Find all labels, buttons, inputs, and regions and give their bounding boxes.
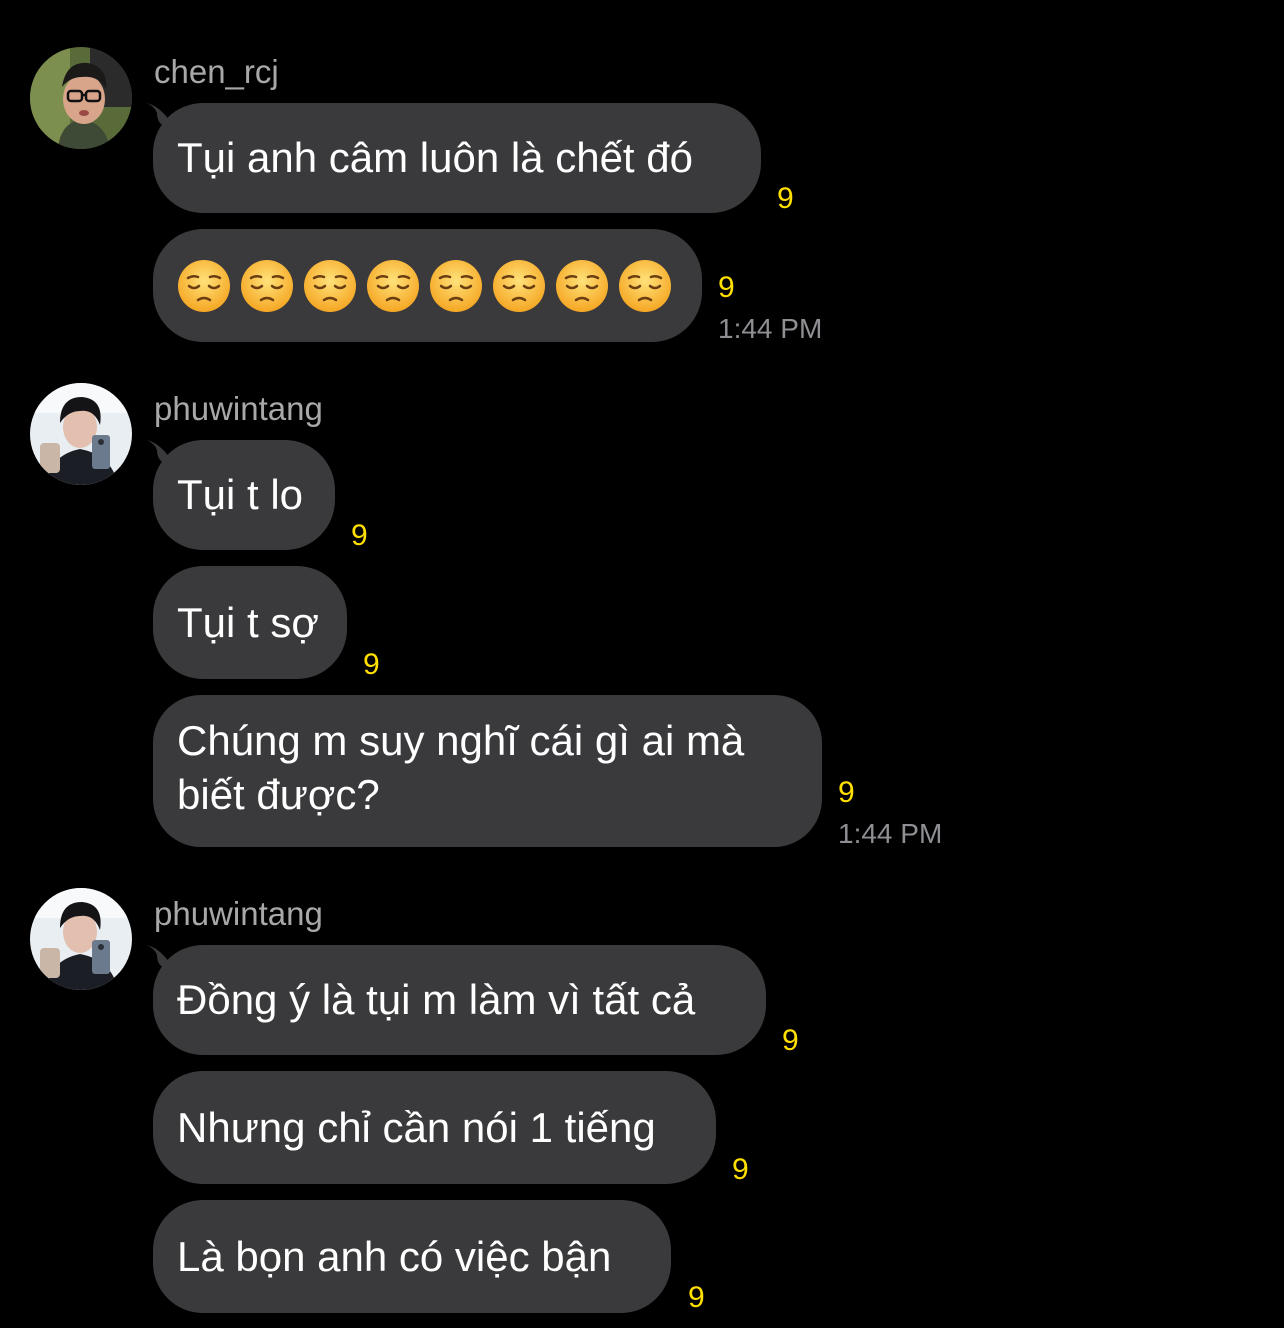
pensive-face-icon [304, 259, 356, 312]
sender-username[interactable]: chen_rcj [154, 52, 279, 92]
seen-count-badge: 9 [718, 271, 735, 304]
avatar-phuwintang[interactable] [30, 888, 132, 990]
seen-count-badge: 9 [688, 1281, 705, 1314]
seen-count-badge: 9 [777, 182, 794, 215]
avatar-phuwintang[interactable] [30, 383, 132, 485]
message-timestamp: 1:44 PM [838, 818, 943, 849]
pensive-face-icon [556, 259, 608, 312]
message-bubble[interactable]: Tụi t sợ [153, 566, 347, 679]
seen-count-badge: 9 [363, 648, 380, 681]
pensive-face-icon [493, 259, 545, 312]
bubble-tail [147, 103, 171, 127]
pensive-face-icon [241, 259, 293, 312]
message-text: Là bọn anh có việc bận [177, 1232, 612, 1280]
pensive-face-icon [430, 259, 482, 312]
message-bubble[interactable]: Tụi anh câm luôn là chết đó [153, 103, 761, 213]
message-text: Tụi t lo [177, 471, 304, 518]
pensive-face-icon [619, 259, 671, 312]
message-bubble[interactable]: Nhưng chỉ cần nói 1 tiếng [153, 1071, 716, 1184]
profile-photo-icon [30, 383, 132, 485]
message-text: Nhưng chỉ cần nói 1 tiếng [177, 1103, 656, 1151]
message-text: Đồng ý là tụi m làm vì tất cả [177, 976, 696, 1023]
bubble-tail [147, 945, 171, 969]
message-bubble-emoji[interactable] [153, 229, 702, 342]
sender-username[interactable]: phuwintang [154, 389, 323, 429]
message-text: Tụi t sợ [177, 598, 319, 646]
message-bubble[interactable]: Là bọn anh có việc bận [153, 1200, 671, 1313]
bubble-tail [147, 440, 171, 464]
message-text: Chúng m suy nghĩ cái gì ai mà biết được? [177, 717, 745, 818]
emoji-row [177, 259, 672, 313]
avatar-chen-rcj[interactable] [30, 47, 132, 149]
profile-photo-icon [30, 47, 132, 149]
sender-username[interactable]: phuwintang [154, 894, 323, 934]
seen-count-badge: 9 [782, 1024, 799, 1057]
message-timestamp: 1:44 PM [718, 313, 823, 344]
pensive-face-icon [178, 259, 230, 312]
seen-count-badge: 9 [351, 519, 368, 552]
message-bubble[interactable]: Tụi t lo [153, 440, 335, 550]
seen-count-badge: 9 [732, 1153, 749, 1186]
message-text: Tụi anh câm luôn là chết đó [177, 134, 693, 181]
pensive-face-icon [367, 259, 419, 312]
profile-photo-icon [30, 888, 132, 990]
message-bubble[interactable]: Chúng m suy nghĩ cái gì ai mà biết được? [153, 695, 822, 847]
message-bubble[interactable]: Đồng ý là tụi m làm vì tất cả [153, 945, 766, 1055]
seen-count-badge: 9 [838, 776, 855, 809]
